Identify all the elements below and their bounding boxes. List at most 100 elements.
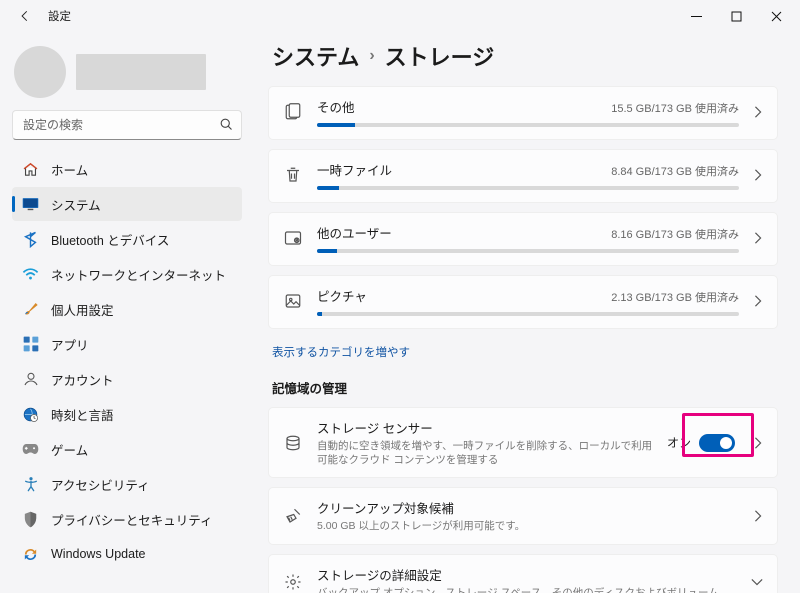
nav-system[interactable]: システム [12, 187, 242, 221]
minimize-icon [691, 11, 702, 22]
maximize-icon [731, 11, 742, 22]
show-more-link[interactable]: 表示するカテゴリを増やす [272, 344, 410, 360]
progress-bar [317, 186, 739, 190]
storage-title: 他のユーザー [317, 223, 392, 242]
avatar [14, 46, 66, 98]
titlebar: 設定 [0, 0, 800, 32]
nav-label: ホーム [51, 160, 88, 179]
nav-personalization[interactable]: 個人用設定 [12, 292, 242, 326]
nav-label: アプリ [51, 335, 89, 354]
search-box[interactable] [12, 110, 242, 140]
nav-label: ゲーム [51, 440, 88, 459]
accessibility-icon [22, 476, 39, 493]
minimize-button[interactable] [676, 0, 716, 32]
storage-item-other-users[interactable]: 他のユーザー 8.16 GB/173 GB 使用済み [268, 212, 778, 266]
advanced-desc: バックアップ オプション、ストレージ スペース、その他のディスクおよびボリューム [317, 586, 737, 593]
apps-icon [22, 336, 39, 353]
account-icon [22, 371, 39, 388]
nav-apps[interactable]: アプリ [12, 327, 242, 361]
wifi-icon [22, 266, 39, 283]
other-icon [283, 102, 303, 122]
storage-title: その他 [317, 97, 355, 116]
main: システム › ストレージ その他 15.5 GB/173 GB 使用済み [250, 32, 800, 593]
gear-icon [283, 572, 303, 592]
advanced-storage-card[interactable]: ストレージの詳細設定 バックアップ オプション、ストレージ スペース、その他のデ… [268, 554, 778, 593]
storage-sense-title: ストレージ センサー [317, 418, 653, 437]
nav-network[interactable]: ネットワークとインターネット [12, 257, 242, 291]
nav-privacy[interactable]: プライバシーとセキュリティ [12, 502, 242, 536]
storage-sense-icon [283, 433, 303, 453]
shield-icon [22, 511, 39, 528]
storage-list: その他 15.5 GB/173 GB 使用済み 一時ファイル 8.84 GB/1… [268, 86, 778, 329]
nav-label: Windows Update [51, 547, 146, 561]
nav-accessibility[interactable]: アクセシビリティ [12, 467, 242, 501]
cleanup-desc: 5.00 GB 以上のストレージが利用可能です。 [317, 519, 739, 533]
storage-detail: 8.16 GB/173 GB 使用済み [611, 226, 739, 242]
nav-gaming[interactable]: ゲーム [12, 432, 242, 466]
sidebar: ホーム システム Bluetooth とデバイス ネットワークとインターネット … [0, 32, 250, 593]
nav-label: アクセシビリティ [51, 475, 150, 494]
trash-icon [283, 165, 303, 185]
nav-bluetooth[interactable]: Bluetooth とデバイス [12, 222, 242, 256]
maximize-button[interactable] [716, 0, 756, 32]
users-icon [283, 228, 303, 248]
gamepad-icon [22, 441, 39, 458]
progress-fill [317, 123, 355, 127]
back-button[interactable] [12, 3, 38, 29]
progress-fill [317, 249, 337, 253]
storage-sense-toggle[interactable] [699, 434, 735, 452]
close-button[interactable] [756, 0, 796, 32]
chevron-right-icon [753, 232, 763, 244]
chevron-down-icon [751, 577, 763, 587]
update-icon [22, 546, 39, 563]
progress-bar [317, 312, 739, 316]
storage-detail: 2.13 GB/173 GB 使用済み [611, 289, 739, 305]
broom-icon [283, 506, 303, 526]
progress-bar [317, 123, 739, 127]
close-icon [771, 11, 782, 22]
search-icon [219, 117, 234, 132]
storage-detail: 8.84 GB/173 GB 使用済み [611, 163, 739, 179]
home-icon [22, 161, 39, 178]
chevron-right-icon [753, 106, 763, 118]
section-storage-management: 記憶域の管理 [272, 378, 778, 397]
brush-icon [22, 301, 39, 318]
chevron-right-icon [753, 437, 763, 449]
breadcrumb-parent[interactable]: システム [272, 40, 359, 72]
progress-fill [317, 186, 339, 190]
toggle-label: オン [667, 434, 691, 451]
storage-sense-card[interactable]: ストレージ センサー 自動的に空き領域を増やす、一時ファイルを削除する、ローカル… [268, 407, 778, 478]
nav-label: ネットワークとインターネット [51, 265, 226, 284]
progress-fill [317, 312, 322, 316]
arrow-left-icon [18, 9, 32, 23]
nav-label: プライバシーとセキュリティ [51, 510, 213, 529]
nav-windows-update[interactable]: Windows Update [12, 537, 242, 571]
storage-title: ピクチャ [317, 286, 367, 305]
breadcrumb: システム › ストレージ [272, 40, 778, 72]
chevron-right-icon: › [369, 47, 374, 65]
breadcrumb-current: ストレージ [385, 40, 495, 72]
storage-item-temp[interactable]: 一時ファイル 8.84 GB/173 GB 使用済み [268, 149, 778, 203]
cleanup-title: クリーンアップ対象候補 [317, 498, 739, 517]
chevron-right-icon [753, 295, 763, 307]
cleanup-card[interactable]: クリーンアップ対象候補 5.00 GB 以上のストレージが利用可能です。 [268, 487, 778, 544]
storage-detail: 15.5 GB/173 GB 使用済み [611, 100, 739, 116]
storage-item-pictures[interactable]: ピクチャ 2.13 GB/173 GB 使用済み [268, 275, 778, 329]
progress-bar [317, 249, 739, 253]
system-icon [22, 196, 39, 213]
nav-label: 個人用設定 [51, 300, 114, 319]
bluetooth-icon [22, 231, 39, 248]
storage-item-other[interactable]: その他 15.5 GB/173 GB 使用済み [268, 86, 778, 140]
nav-home[interactable]: ホーム [12, 152, 242, 186]
account-name-redacted [76, 54, 206, 90]
nav-label: 時刻と言語 [51, 405, 114, 424]
nav-time-language[interactable]: 時刻と言語 [12, 397, 242, 431]
nav-account[interactable]: アカウント [12, 362, 242, 396]
account-banner[interactable] [14, 46, 242, 98]
nav-label: アカウント [51, 370, 114, 389]
nav-label: システム [51, 195, 101, 214]
chevron-right-icon [753, 169, 763, 181]
chevron-right-icon [753, 510, 763, 522]
search-input[interactable] [12, 110, 242, 140]
advanced-title: ストレージの詳細設定 [317, 565, 737, 584]
